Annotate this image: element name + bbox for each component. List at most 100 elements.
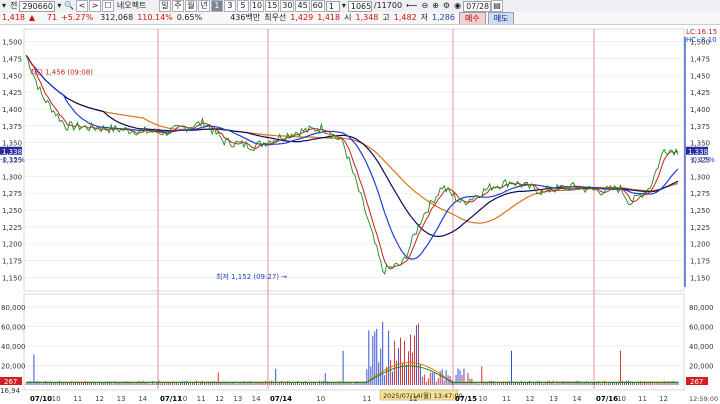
current-price: 1,418 xyxy=(2,13,25,22)
y-tick-right: 1,450 xyxy=(690,72,710,80)
calendar-icon[interactable]: ▤ xyxy=(491,0,504,12)
minute-10[interactable]: 10 xyxy=(249,0,265,12)
best-bid: 1,418 xyxy=(317,13,341,22)
x-tick-label: 11 xyxy=(73,395,82,403)
x-tick-label: 10 xyxy=(52,395,61,403)
price-change-pct: +5.27% xyxy=(61,13,94,22)
right-change-pct: -0.15% xyxy=(690,156,715,164)
high-label: 고 xyxy=(382,13,390,22)
current-price-text-right: 1,338 xyxy=(688,148,708,156)
volume-tick-right: 80,000 xyxy=(689,304,714,312)
zoom-in-icon[interactable]: ⊕ xyxy=(430,1,441,11)
minute-1[interactable]: 1 xyxy=(210,0,223,12)
current-price-text-left: 1,338 xyxy=(2,148,22,156)
favorite-icon[interactable]: ☐ xyxy=(101,0,114,12)
step-back-icon[interactable]: ⟵ xyxy=(404,1,419,11)
y-tick-left: 1,475 xyxy=(2,56,22,64)
minute-15[interactable]: 15 xyxy=(265,0,280,12)
dropdown-icon[interactable]: ▾ xyxy=(0,1,8,11)
x-tick-label: 11 xyxy=(638,395,647,403)
interval-input[interactable]: 1 xyxy=(325,0,340,12)
y-tick-left: 1,425 xyxy=(2,89,22,97)
volume-badge-right-text: 267 xyxy=(690,378,703,386)
spin-icon[interactable]: ▾ xyxy=(340,1,348,11)
x-tick-label: 12 xyxy=(526,395,535,403)
period-month[interactable]: 월 xyxy=(184,0,197,12)
minute-60[interactable]: 60 xyxy=(310,0,325,12)
bar-count-input[interactable]: 1065 xyxy=(347,0,372,12)
x-tick-label: 10 xyxy=(178,395,187,403)
x-tick-label: 07/16 xyxy=(596,395,618,403)
price-volume-chart[interactable]: 1,5001,4751,4501,4251,4001,3751,3501,325… xyxy=(0,25,720,404)
search-icon[interactable]: ▾ 🔍 xyxy=(55,1,76,11)
left-change-pct: -0.15% xyxy=(0,156,25,164)
y-tick-right: 1,400 xyxy=(690,106,710,114)
y-tick-left: 1,250 xyxy=(2,207,22,215)
minute-45[interactable]: 45 xyxy=(295,0,310,12)
y-tick-right: 1,225 xyxy=(690,224,710,232)
high-price: 1,482 xyxy=(393,13,417,22)
minute-3[interactable]: 3 xyxy=(223,0,236,12)
y-tick-right: 1,275 xyxy=(690,190,710,198)
minute-5[interactable]: 5 xyxy=(236,0,249,12)
y-tick-right: 1,425 xyxy=(690,89,710,97)
settings-icon[interactable]: ⚙ xyxy=(441,1,452,11)
volume-tick-left: 60,000 xyxy=(1,323,26,331)
market-select[interactable]: 전 xyxy=(8,1,19,11)
x-tick-label: 12 xyxy=(95,395,104,403)
y-tick-left: 1,450 xyxy=(2,72,22,80)
turnover-rate: 0.65% xyxy=(176,13,203,22)
x-tick-label: 11 xyxy=(502,395,511,403)
y-tick-right: 1,475 xyxy=(690,56,710,64)
best-ask: 1,429 xyxy=(290,13,314,22)
volume: 312,068 xyxy=(100,13,134,22)
y-tick-left: 1,375 xyxy=(2,123,22,131)
x-tick-label: 07/10 xyxy=(30,395,52,403)
prev-stock-button[interactable]: < xyxy=(75,0,88,12)
y-tick-left: 1,500 xyxy=(2,39,22,47)
y-tick-left: 1,300 xyxy=(2,173,22,181)
volume-bottom-value: 16,94 xyxy=(0,387,21,395)
x-tick-label: 10 xyxy=(617,395,626,403)
date-input[interactable]: 07/28 xyxy=(463,0,492,12)
total-count: /11700 xyxy=(373,1,403,10)
x-tick-label: 11 xyxy=(363,395,372,403)
y-tick-right: 1,300 xyxy=(690,173,710,181)
stock-code-input[interactable]: 290660 xyxy=(19,0,56,12)
next-stock-button[interactable]: > xyxy=(88,0,101,12)
x-tick-label: 13 xyxy=(117,395,126,403)
volume-tick-right: 60,000 xyxy=(689,323,714,331)
x-tick-label: 10 xyxy=(316,395,325,403)
volume-badge-text: 267 xyxy=(4,378,17,386)
stock-name: 네오펙트 xyxy=(116,1,147,10)
x-tick-label: 12 xyxy=(215,395,224,403)
quote-bar: 1,418 ▲ 71 +5.27% 312,068 110.14% 0.65% … xyxy=(0,12,720,25)
high-annotation: 최고 1,456 (09:08) xyxy=(30,67,93,76)
period-day[interactable]: 일 xyxy=(158,0,171,12)
refresh-icon[interactable]: ◉ xyxy=(452,1,463,11)
buy-button[interactable]: 매수 xyxy=(458,12,486,24)
low-price: 1,286 xyxy=(432,13,455,22)
period-week[interactable]: 주 xyxy=(171,0,184,12)
zoom-out-icon[interactable]: ⊖ xyxy=(420,1,431,11)
lc-label: LC:16.15 xyxy=(686,28,717,36)
x-tick-label: 11 xyxy=(197,395,206,403)
y-tick-left: 1,225 xyxy=(2,224,22,232)
minute-30[interactable]: 30 xyxy=(280,0,295,12)
y-tick-right: 1,200 xyxy=(690,241,710,249)
sell-button[interactable]: 매도 xyxy=(487,12,515,24)
open-price: 1,348 xyxy=(355,13,379,22)
y-tick-right: 1,250 xyxy=(690,207,710,215)
y-tick-left: 1,200 xyxy=(2,241,22,249)
period-year[interactable]: 년 xyxy=(197,0,210,12)
volume-tick-right: 40,000 xyxy=(689,343,714,351)
x-tick-label: 10 xyxy=(479,395,488,403)
volume-tick-left: 20,000 xyxy=(1,362,26,370)
x-tick-label: 14 xyxy=(138,395,147,403)
y-tick-right: 1,175 xyxy=(690,257,710,265)
y-tick-left: 1,150 xyxy=(2,274,22,282)
right-time-text: 12:59:00 xyxy=(689,395,718,403)
volume-tick-left: 40,000 xyxy=(1,343,26,351)
x-tick-label: 13 xyxy=(233,395,242,403)
best-ask-label: 최우선 xyxy=(264,13,287,22)
